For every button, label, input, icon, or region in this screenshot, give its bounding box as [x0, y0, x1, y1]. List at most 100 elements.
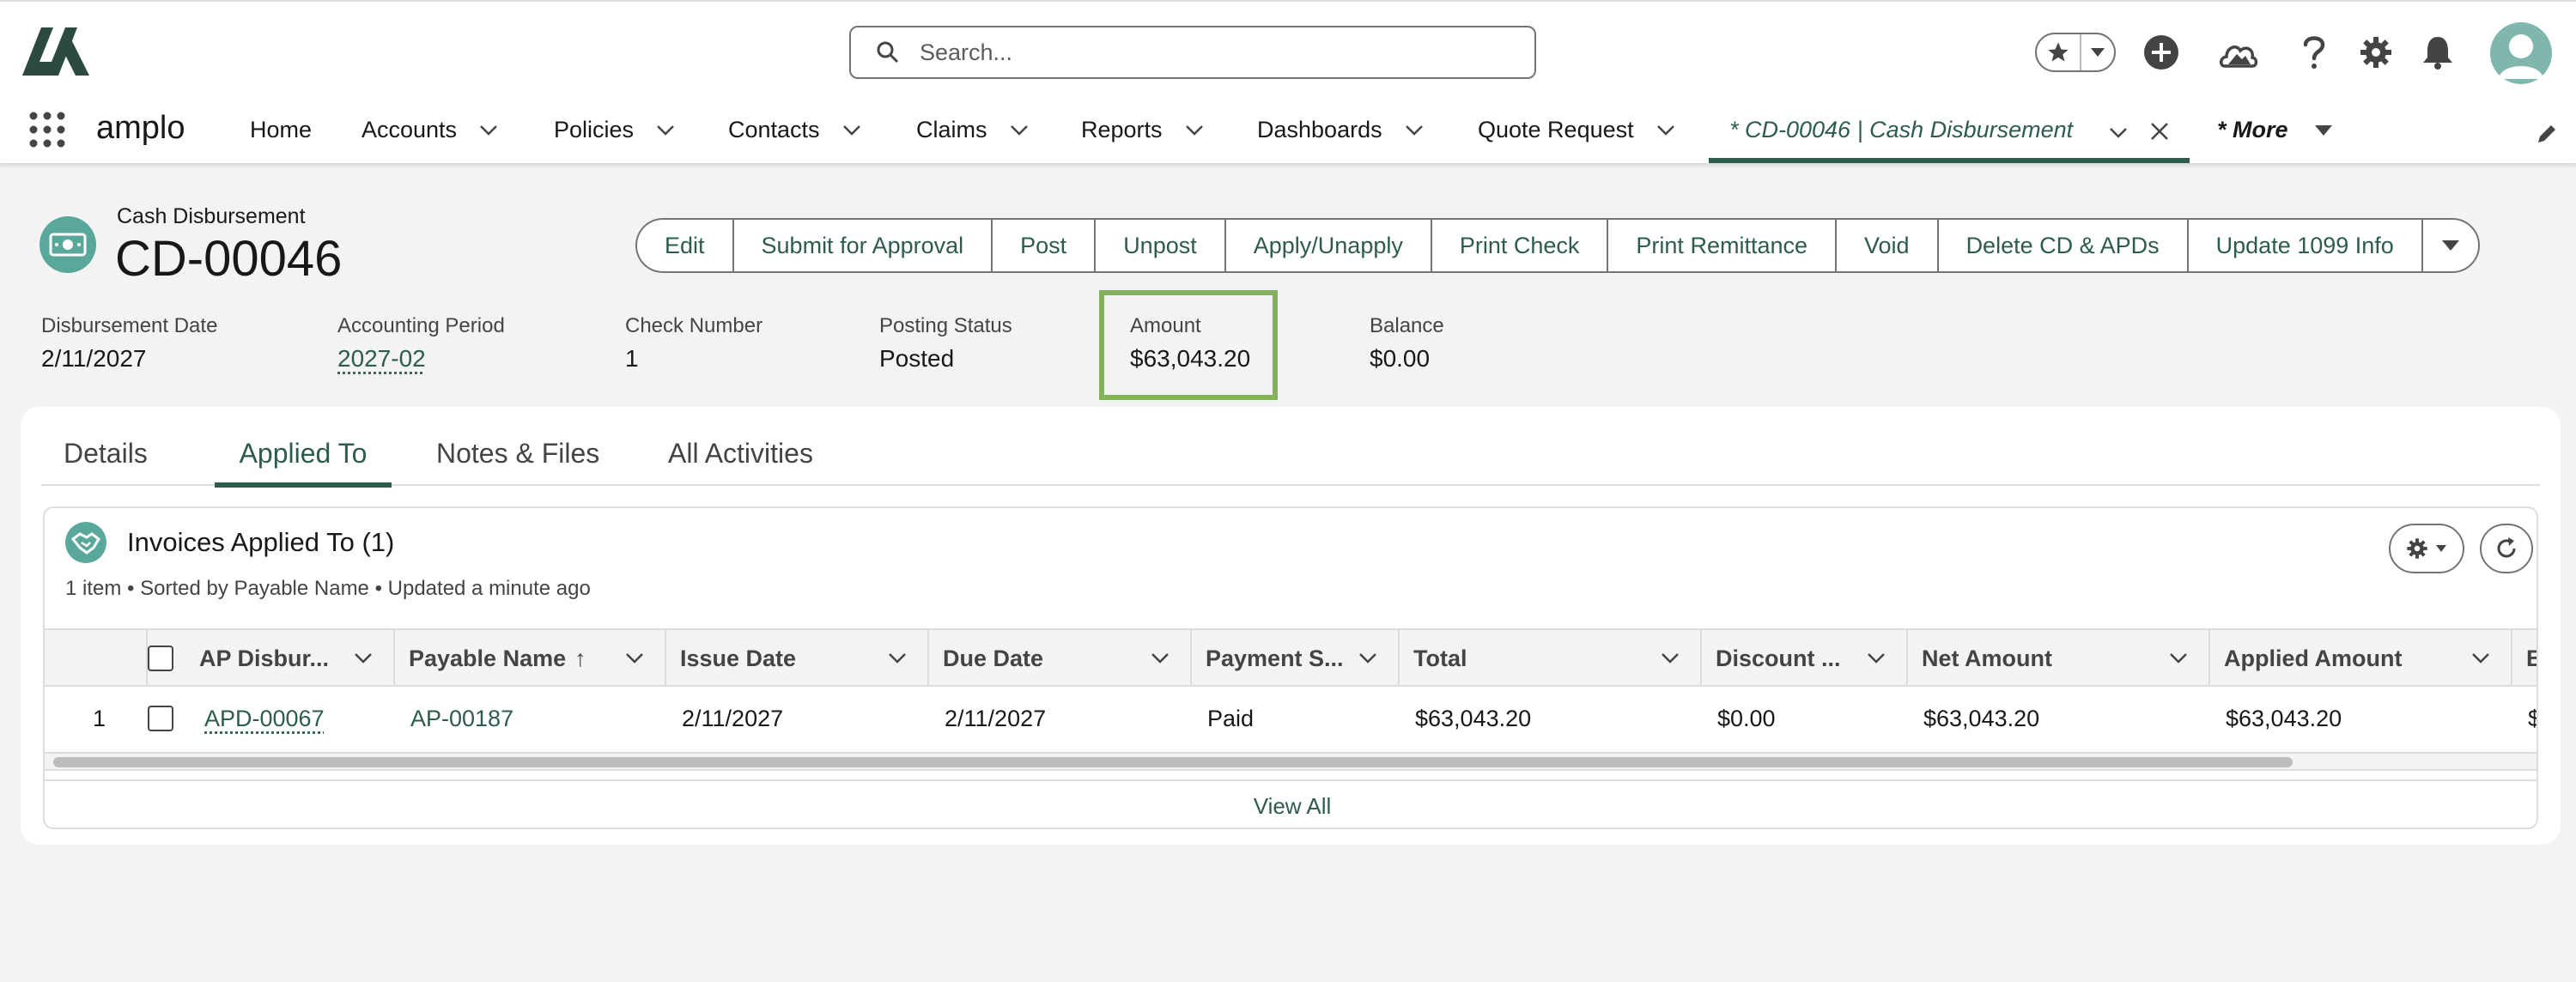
amplo-logo[interactable] [22, 27, 89, 76]
row-select-checkbox[interactable] [148, 706, 173, 731]
notifications-button[interactable] [2418, 33, 2458, 72]
list-settings-button[interactable] [2389, 524, 2464, 573]
field-label: Check Number [625, 314, 763, 337]
ap-disbursement-link[interactable]: APD-00067 [204, 706, 325, 732]
void-button[interactable]: Void [1835, 218, 1937, 273]
nav-more-menu[interactable]: * More [2217, 117, 2333, 143]
chevron-down-icon[interactable] [1010, 124, 1029, 136]
help-button[interactable] [2294, 33, 2334, 72]
select-all-checkbox[interactable] [148, 646, 173, 671]
favorite-star-button[interactable] [2037, 34, 2081, 70]
app-name: amplo [96, 110, 185, 146]
app-launcher-icon[interactable] [29, 112, 65, 148]
chevron-down-icon[interactable] [2169, 652, 2188, 664]
more-actions-button[interactable] [2421, 218, 2480, 273]
chevron-down-icon[interactable] [1185, 124, 1204, 136]
refresh-button[interactable] [2480, 524, 2533, 573]
apply-unapply-button[interactable]: Apply/Unapply [1224, 218, 1431, 273]
record-action-buttons: Edit Submit for Approval Post Unpost App… [635, 218, 2480, 273]
print-check-button[interactable]: Print Check [1430, 218, 1607, 273]
scrollbar-thumb[interactable] [53, 757, 2293, 767]
tab-all-activities[interactable]: All Activities [668, 438, 813, 486]
column-label: Payable Name [409, 645, 567, 671]
tab-applied-to[interactable]: Applied To [215, 438, 392, 488]
tab-details[interactable]: Details [64, 438, 148, 486]
related-list-title: Invoices Applied To (1) [127, 527, 395, 557]
tab-cash-disbursement[interactable]: * CD-00046 | Cash Disbursement [1709, 101, 2190, 163]
field-balance: Balance $0.00 [1370, 314, 1444, 373]
setup-button[interactable] [2356, 33, 2396, 72]
post-button[interactable]: Post [991, 218, 1095, 273]
column-label: Due Date [943, 645, 1044, 671]
chevron-down-icon[interactable] [888, 652, 907, 664]
chevron-down-icon[interactable] [1656, 124, 1675, 136]
payable-name-link[interactable]: AP-00187 [410, 706, 513, 732]
nav-item-claims[interactable]: Claims [916, 117, 1029, 143]
caret-down-icon [2436, 545, 2446, 552]
column-payment-status[interactable]: Payment S... [1192, 630, 1400, 687]
column-discount[interactable]: Discount ... [1702, 630, 1908, 687]
chevron-down-icon[interactable] [1867, 652, 1886, 664]
column-label: Applied Amount [2224, 645, 2403, 671]
nav-item-accounts[interactable]: Accounts [361, 117, 498, 143]
chevron-down-icon[interactable] [625, 652, 644, 664]
question-icon [2303, 36, 2325, 69]
field-label: Accounting Period [337, 314, 505, 337]
nav-item-label: Policies [554, 117, 635, 142]
nav-item-dashboards[interactable]: Dashboards [1257, 117, 1424, 143]
field-value: 1 [625, 345, 639, 372]
caret-down-icon [2091, 48, 2105, 57]
favorites-button-group [2035, 33, 2116, 72]
favorites-menu-button[interactable] [2081, 47, 2114, 58]
chevron-down-icon[interactable] [1405, 124, 1424, 136]
view-all-link[interactable]: View All [45, 779, 2537, 827]
field-label: Disbursement Date [41, 314, 218, 337]
nav-item-quote-request[interactable]: Quote Request [1478, 117, 1675, 143]
nav-item-label: Reports [1081, 117, 1163, 142]
global-search-input[interactable]: Search... [849, 26, 1536, 79]
column-applied-amount[interactable]: Applied Amount [2210, 630, 2512, 687]
nav-item-home[interactable]: Home [250, 117, 312, 143]
edit-nav-icon[interactable] [2535, 122, 2559, 146]
chevron-down-icon[interactable] [842, 124, 861, 136]
chevron-down-icon[interactable] [1151, 652, 1170, 664]
nav-item-policies[interactable]: Policies [554, 117, 675, 143]
submit-for-approval-button[interactable]: Submit for Approval [732, 218, 992, 273]
print-remittance-button[interactable]: Print Remittance [1607, 218, 1835, 273]
chevron-down-icon[interactable] [1661, 652, 1680, 664]
chevron-down-icon[interactable] [354, 652, 373, 664]
unpost-button[interactable]: Unpost [1094, 218, 1224, 273]
close-icon[interactable] [2150, 122, 2169, 141]
global-actions-button[interactable] [2142, 33, 2181, 72]
nav-item-label: Contacts [728, 117, 820, 142]
column-net-amount[interactable]: Net Amount [1908, 630, 2210, 687]
column-ap-disbursement[interactable]: AP Disbur... [185, 630, 395, 687]
cash-disbursement-record-icon [39, 216, 96, 273]
chevron-down-icon[interactable] [2471, 652, 2490, 664]
delete-cd-apds-button[interactable]: Delete CD & APDs [1936, 218, 2187, 273]
nav-item-label: Claims [916, 117, 987, 142]
horizontal-scrollbar[interactable] [45, 752, 2537, 771]
accounting-period-link[interactable]: 2027-02 [337, 345, 505, 373]
edit-button[interactable]: Edit [635, 218, 732, 273]
chevron-down-icon[interactable] [656, 124, 675, 136]
user-avatar[interactable] [2490, 22, 2552, 84]
column-b[interactable]: B [2512, 630, 2537, 687]
table-row: 1 APD-00067 AP-00187 2/11/2027 2/11/2027… [45, 687, 2537, 750]
column-total[interactable]: Total [1400, 630, 1702, 687]
chevron-down-icon[interactable] [479, 124, 498, 136]
field-accounting-period: Accounting Period 2027-02 [337, 314, 505, 373]
handshake-icon [71, 532, 100, 555]
nav-item-reports[interactable]: Reports [1081, 117, 1204, 143]
column-payable-name[interactable]: Payable Name ↑ [395, 630, 666, 687]
nav-item-contacts[interactable]: Contacts [728, 117, 861, 143]
applied-amount-cell: $63,043.20 [2226, 706, 2342, 731]
chevron-down-icon[interactable] [1358, 652, 1377, 664]
trailhead-button[interactable] [2219, 33, 2258, 72]
column-due-date[interactable]: Due Date [929, 630, 1192, 687]
chevron-down-icon[interactable] [2109, 127, 2128, 139]
tab-notes-files[interactable]: Notes & Files [436, 438, 599, 486]
column-label: Payment S... [1206, 645, 1344, 671]
update-1099-info-button[interactable]: Update 1099 Info [2186, 218, 2421, 273]
column-issue-date[interactable]: Issue Date [666, 630, 929, 687]
